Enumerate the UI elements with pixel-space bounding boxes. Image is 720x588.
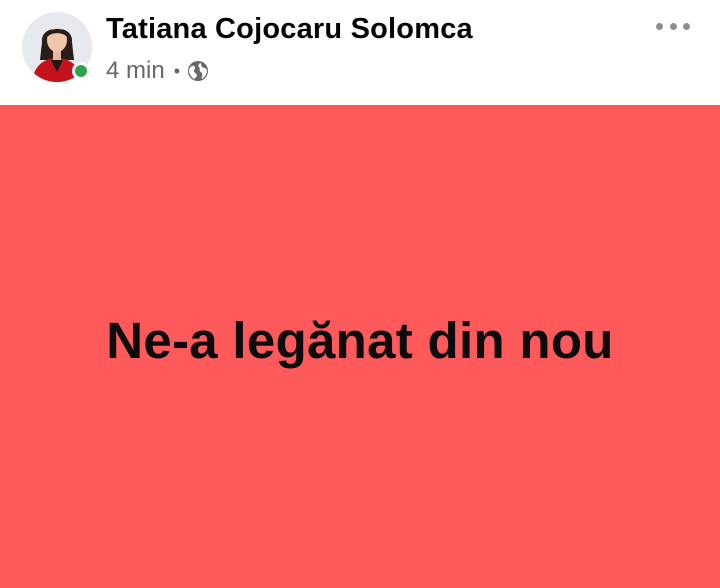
- post-meta: 4 min •: [106, 56, 209, 86]
- more-dot: [669, 22, 677, 30]
- globe-icon[interactable]: [187, 60, 209, 82]
- author-name[interactable]: Tatiana Cojocaru Solomca: [106, 13, 473, 46]
- more-dot: [683, 22, 690, 30]
- post-time[interactable]: 4 min: [106, 57, 165, 85]
- status-text: Ne-a legănat din nou: [106, 312, 614, 369]
- more-horizontal-icon: [656, 22, 663, 30]
- meta-separator: •: [173, 61, 180, 81]
- author-avatar[interactable]: [22, 12, 92, 82]
- colored-status-background: Ne-a legănat din nou: [0, 105, 720, 588]
- post-header: Tatiana Cojocaru Solomca 4 min •: [0, 0, 720, 105]
- online-status-indicator: [72, 62, 90, 80]
- more-options-button[interactable]: [656, 14, 690, 38]
- facebook-post: Tatiana Cojocaru Solomca 4 min • Ne-a le…: [0, 0, 720, 588]
